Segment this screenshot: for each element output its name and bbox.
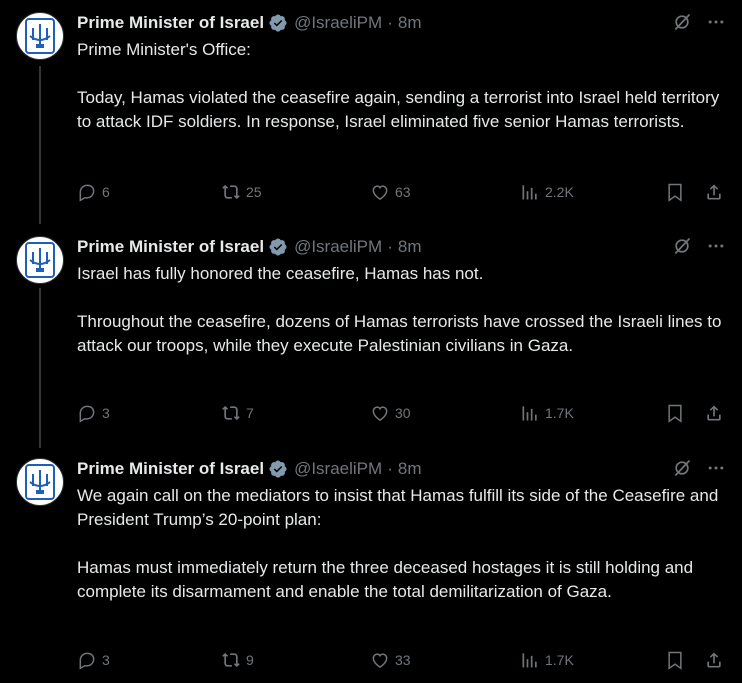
- bookmark-button[interactable]: [665, 403, 685, 423]
- like-icon: [372, 406, 388, 421]
- repost-count: 7: [246, 405, 254, 421]
- tweet[interactable]: Prime Minister of Israel @IsraeliPM · 8m…: [0, 446, 742, 683]
- views-icon: [522, 406, 537, 421]
- like-button[interactable]: 63: [370, 182, 411, 202]
- verified-badge-icon[interactable]: [268, 13, 288, 33]
- reply-count: 6: [102, 184, 110, 200]
- share-button[interactable]: [704, 403, 724, 423]
- author-name[interactable]: Prime Minister of Israel: [77, 459, 264, 479]
- reply-icon: [79, 405, 95, 423]
- verified-badge-icon[interactable]: [268, 237, 288, 257]
- author-handle[interactable]: @IsraeliPM: [294, 237, 382, 257]
- separator-dot: ·: [387, 237, 393, 256]
- repost-icon: [222, 406, 240, 420]
- like-button[interactable]: 30: [370, 403, 411, 423]
- reply-button[interactable]: 6: [77, 182, 110, 202]
- action-bar: 3 9 33 1.7K: [77, 648, 726, 672]
- repost-icon: [222, 653, 240, 667]
- repost-count: 25: [246, 184, 262, 200]
- avatar[interactable]: [16, 236, 64, 284]
- reply-count: 3: [102, 652, 110, 668]
- repost-icon: [222, 185, 240, 199]
- emblem-icon: [25, 18, 55, 54]
- more-icon[interactable]: [706, 12, 726, 37]
- views-button[interactable]: 2.2K: [520, 182, 574, 202]
- repost-button[interactable]: 7: [221, 403, 254, 423]
- repost-button[interactable]: 25: [221, 182, 262, 202]
- grok-icon[interactable]: [672, 12, 692, 37]
- grok-icon[interactable]: [672, 236, 692, 261]
- timestamp[interactable]: 8m: [398, 13, 422, 33]
- separator-dot: ·: [387, 459, 393, 478]
- tweet-text: We again call on the mediators to insist…: [77, 486, 719, 601]
- bookmark-icon: [668, 183, 682, 202]
- repost-button[interactable]: 9: [221, 650, 254, 670]
- like-icon: [372, 653, 388, 668]
- share-button[interactable]: [704, 650, 724, 670]
- views-count: 1.7K: [545, 652, 574, 668]
- separator-dot: ·: [387, 13, 393, 32]
- share-icon: [707, 405, 721, 421]
- more-icon[interactable]: [706, 236, 726, 261]
- views-button[interactable]: 1.7K: [520, 403, 574, 423]
- tweet[interactable]: Prime Minister of Israel @IsraeliPM · 8m…: [0, 0, 742, 224]
- like-count: 63: [395, 184, 411, 200]
- views-icon: [522, 185, 537, 200]
- bookmark-icon: [668, 404, 682, 423]
- avatar[interactable]: [16, 458, 64, 506]
- action-bar: 6 25 63 2.2K: [77, 180, 726, 204]
- avatar[interactable]: [16, 12, 64, 60]
- like-icon: [372, 185, 388, 200]
- repost-count: 9: [246, 652, 254, 668]
- reply-count: 3: [102, 405, 110, 421]
- emblem-icon: [25, 242, 55, 278]
- more-icon[interactable]: [706, 458, 726, 483]
- author-handle[interactable]: @IsraeliPM: [294, 459, 382, 479]
- bookmark-icon: [668, 651, 682, 670]
- thread: Prime Minister of Israel @IsraeliPM · 8m…: [0, 0, 742, 683]
- views-count: 1.7K: [545, 405, 574, 421]
- views-icon: [522, 653, 537, 668]
- author-name[interactable]: Prime Minister of Israel: [77, 13, 264, 33]
- timestamp[interactable]: 8m: [398, 459, 422, 479]
- bookmark-button[interactable]: [665, 182, 685, 202]
- reply-button[interactable]: 3: [77, 650, 110, 670]
- like-count: 33: [395, 652, 411, 668]
- reply-button[interactable]: 3: [77, 403, 110, 423]
- timestamp[interactable]: 8m: [398, 237, 422, 257]
- reply-icon: [79, 184, 95, 202]
- emblem-icon: [25, 464, 55, 500]
- tweet-text: Israel has fully honored the ceasefire, …: [77, 264, 722, 355]
- views-button[interactable]: 1.7K: [520, 650, 574, 670]
- share-icon: [707, 652, 721, 668]
- share-icon: [707, 184, 721, 200]
- like-button[interactable]: 33: [370, 650, 411, 670]
- reply-icon: [79, 652, 95, 670]
- grok-icon[interactable]: [672, 458, 692, 483]
- bookmark-button[interactable]: [665, 650, 685, 670]
- verified-badge-icon[interactable]: [268, 459, 288, 479]
- share-button[interactable]: [704, 182, 724, 202]
- action-bar: 3 7 30 1.7K: [77, 401, 726, 425]
- views-count: 2.2K: [545, 184, 574, 200]
- tweet[interactable]: Prime Minister of Israel @IsraeliPM · 8m…: [0, 224, 742, 448]
- tweet-text: Prime Minister's Office: Today, Hamas vi…: [77, 40, 720, 131]
- author-handle[interactable]: @IsraeliPM: [294, 13, 382, 33]
- author-name[interactable]: Prime Minister of Israel: [77, 237, 264, 257]
- like-count: 30: [395, 405, 411, 421]
